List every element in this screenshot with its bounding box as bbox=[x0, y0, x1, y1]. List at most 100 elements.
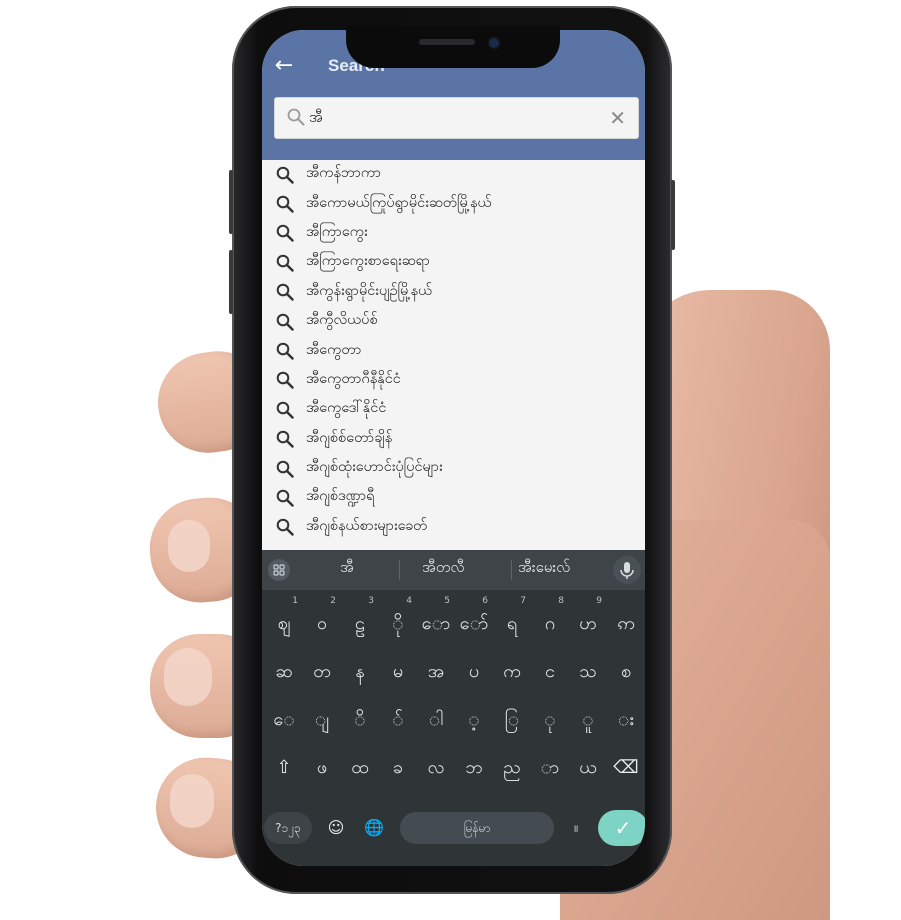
suggestion-label: အီကွီလိယပ်စ် bbox=[306, 312, 378, 329]
key[interactable]: ် bbox=[380, 700, 416, 740]
backspace-key[interactable]: ⌫ bbox=[608, 748, 644, 788]
key-hint-number: 8 bbox=[558, 596, 564, 606]
key[interactable]: သ bbox=[570, 652, 606, 692]
suggestion-label: အီကောမယ်ကြုပ်ရွာမိုင်းဆတ်မြို့နယ် bbox=[306, 194, 492, 211]
key-hint-number: 2 bbox=[330, 596, 336, 606]
space-bar[interactable]: မြန်မာ bbox=[400, 812, 554, 844]
suggestion-label: အီဂျစ်ထုံးဟောင်းပုံပြင်များ bbox=[306, 459, 443, 476]
key[interactable]: ာ bbox=[532, 748, 568, 788]
key[interactable]: ့ bbox=[456, 700, 492, 740]
key[interactable]: ခ bbox=[380, 748, 416, 788]
key[interactable]: ဟ9 bbox=[570, 596, 606, 644]
punctuation-key[interactable]: ။ bbox=[558, 808, 594, 848]
suggestion-item[interactable]: အီကွေတာ bbox=[262, 336, 645, 365]
suggestion-item[interactable]: အီဂျစ်နယ်စားများခေတ် bbox=[262, 513, 645, 542]
suggestion-label: အီဂျစ်ဒဏ္ဍာရီ bbox=[306, 488, 375, 505]
emoji-key[interactable]: ☺ bbox=[318, 808, 354, 848]
notch bbox=[346, 26, 560, 68]
key[interactable]: ေ bbox=[266, 700, 302, 740]
key[interactable]: ဝ2 bbox=[304, 596, 340, 644]
key[interactable]: ူ bbox=[570, 700, 606, 740]
shift-key[interactable]: ⇧ bbox=[266, 748, 302, 788]
key[interactable]: ထ bbox=[342, 748, 378, 788]
key[interactable]: ို 4 bbox=[380, 596, 416, 644]
fingernail bbox=[168, 520, 210, 572]
suggestion-item[interactable]: အီကန်ဘာကာ bbox=[262, 160, 645, 189]
search-icon bbox=[276, 401, 294, 419]
enter-key[interactable]: ✓ bbox=[598, 810, 645, 846]
globe-icon[interactable]: 🌐 bbox=[356, 808, 392, 848]
front-camera bbox=[489, 38, 499, 48]
key[interactable]: ော 5 bbox=[418, 596, 454, 644]
search-icon bbox=[276, 430, 294, 448]
key[interactable]: ပ bbox=[456, 652, 492, 692]
key[interactable]: န bbox=[342, 652, 378, 692]
key[interactable]: ု bbox=[532, 700, 568, 740]
key[interactable]: အ bbox=[418, 652, 454, 692]
key[interactable]: တ bbox=[304, 652, 340, 692]
key[interactable]: ဢ bbox=[608, 604, 644, 644]
side-button bbox=[229, 170, 233, 234]
key[interactable]: ဈ1 bbox=[266, 596, 302, 644]
search-icon bbox=[276, 489, 294, 507]
key[interactable]: ဆ bbox=[266, 652, 302, 692]
key-hint-number: 6 bbox=[482, 596, 488, 606]
divider bbox=[399, 560, 400, 580]
suggestion-item[interactable]: အီကွေတာဂီနီနိုင်ငံ bbox=[262, 366, 645, 395]
microphone-icon[interactable] bbox=[613, 556, 641, 584]
search-icon bbox=[276, 166, 294, 184]
search-icon bbox=[276, 283, 294, 301]
keyboard-suggestion[interactable]: အီ bbox=[340, 558, 354, 580]
key[interactable]: ါ bbox=[418, 700, 454, 740]
key-hint-number: 9 bbox=[596, 596, 602, 606]
key[interactable]: ျ bbox=[304, 700, 340, 740]
keyboard-suggestion[interactable]: အီတလီ bbox=[422, 558, 464, 580]
suggestion-item[interactable]: အီကောမယ်ကြုပ်ရွာမိုင်းဆတ်မြို့နယ် bbox=[262, 189, 645, 218]
key[interactable]: စ bbox=[608, 652, 644, 692]
suggestion-item[interactable]: အီကွေဒေါ်နိုင်ငံ bbox=[262, 395, 645, 424]
suggestion-item[interactable]: အီဂျစ်ဒဏ္ဍာရီ bbox=[262, 483, 645, 512]
key[interactable]: လ bbox=[418, 748, 454, 788]
key[interactable]: ဘ bbox=[456, 748, 492, 788]
symbols-key[interactable]: ?၁၂၃ bbox=[264, 812, 312, 844]
key[interactable]: ဠ3 bbox=[342, 596, 378, 644]
key-hint-number: 1 bbox=[292, 596, 298, 606]
key[interactable]: း bbox=[608, 700, 644, 740]
key[interactable]: က bbox=[494, 652, 530, 692]
search-input[interactable] bbox=[307, 106, 601, 132]
divider bbox=[511, 560, 512, 580]
search-icon bbox=[276, 372, 294, 390]
key-row-3: ေျိ်ါ့ြုူး bbox=[262, 700, 645, 746]
suggestion-item[interactable]: အီကွီလိယပ်စ် bbox=[262, 307, 645, 336]
key[interactable]: မ bbox=[380, 652, 416, 692]
suggestion-label: အီကြာကွေး bbox=[306, 223, 368, 240]
suggestion-item[interactable]: အီဂျစ်ထုံးဟောင်းပုံပြင်များ bbox=[262, 454, 645, 483]
search-icon bbox=[287, 108, 305, 126]
clear-icon[interactable]: ✕ bbox=[609, 106, 626, 130]
keyboard-suggestion[interactable]: အီးမေးလ် bbox=[518, 558, 570, 580]
keyboard-suggestion-bar: အီ အီတလီ အီးမေးလ် bbox=[262, 550, 645, 590]
key[interactable]: ြ bbox=[494, 700, 530, 740]
key[interactable]: ရ7 bbox=[494, 596, 530, 644]
key[interactable]: ဂ8 bbox=[532, 596, 568, 644]
suggestion-item[interactable]: အီဂျစ်စ်တော်ချိန် bbox=[262, 425, 645, 454]
search-icon bbox=[276, 342, 294, 360]
key-hint-number: 7 bbox=[520, 596, 526, 606]
back-arrow-icon[interactable]: ← bbox=[272, 54, 296, 78]
screen: ← Search ✕ အီကန်ဘာကာအီကောမယ်ကြုပ်ရွာမိုင… bbox=[262, 30, 645, 866]
suggestion-list: အီကန်ဘာကာအီကောမယ်ကြုပ်ရွာမိုင်းဆတ်မြို့န… bbox=[262, 160, 645, 550]
suggestion-label: အီကွေဒေါ်နိုင်ငံ bbox=[306, 400, 387, 417]
suggestion-item[interactable]: အီကွန်းရွာမိုင်းပျဉ်မြို့နယ် bbox=[262, 278, 645, 307]
key[interactable]: ဖ bbox=[304, 748, 340, 788]
suggestion-item[interactable]: အီကြာကွေး bbox=[262, 219, 645, 248]
key[interactable]: ော် 6 bbox=[456, 596, 492, 644]
key-row-4: ⇧ ဖထခလဘညာယ ⌫ bbox=[262, 748, 645, 794]
key[interactable]: ိ bbox=[342, 700, 378, 740]
grid-menu-icon[interactable] bbox=[268, 559, 290, 581]
suggestion-item[interactable]: အီကြာကွေးစာရေးဆရာ bbox=[262, 248, 645, 277]
key[interactable]: ည bbox=[494, 748, 530, 788]
search-box[interactable]: ✕ bbox=[274, 97, 639, 139]
search-icon bbox=[276, 225, 294, 243]
key[interactable]: ယ bbox=[570, 748, 606, 788]
key[interactable]: င bbox=[532, 652, 568, 692]
